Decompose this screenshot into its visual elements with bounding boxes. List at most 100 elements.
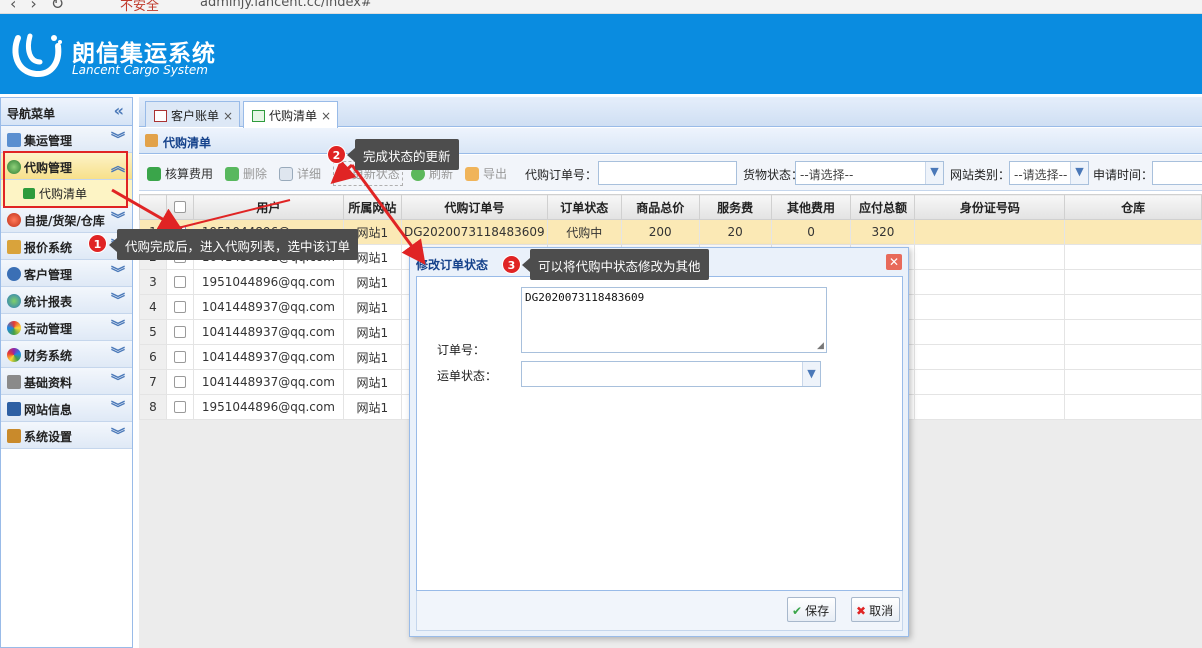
- tab-customer-bill[interactable]: 客户账单 ×: [145, 101, 241, 127]
- cell-warehouse: [1064, 269, 1202, 295]
- check-icon: ✔: [792, 604, 803, 618]
- url-text[interactable]: adminjy.lancent.cc/index#: [200, 0, 372, 10]
- close-icon[interactable]: ×: [321, 109, 331, 123]
- ship-icon: [7, 133, 21, 147]
- rainbow-icon: [7, 321, 21, 335]
- app-header: 朗信集运系统 Lancent Cargo System: [0, 14, 1202, 94]
- sidebar-item-settings[interactable]: 系统设置 ︾: [1, 422, 132, 449]
- detail-button[interactable]: 详细: [279, 165, 321, 182]
- sidebar-item-reports[interactable]: 统计报表 ︾: [1, 287, 132, 314]
- column-header[interactable]: 代购订单号: [400, 194, 548, 220]
- sidebar-item-site-info[interactable]: 网站信息 ︾: [1, 395, 132, 422]
- chevron-down-icon[interactable]: ▼: [1070, 162, 1088, 184]
- column-header[interactable]: 所属网站: [342, 194, 402, 220]
- collapse-sidebar-icon[interactable]: «: [114, 101, 124, 120]
- plus-icon: [147, 167, 161, 181]
- row-number: 7: [139, 369, 167, 395]
- sidebar-item-cargo[interactable]: 集运管理 ︾: [1, 126, 132, 153]
- button-label: 导出: [483, 167, 508, 181]
- tab-purchase-list[interactable]: 代购清单 ×: [243, 101, 339, 128]
- row-checkbox[interactable]: [173, 276, 186, 288]
- site-type-select[interactable]: --请选择-- ▼: [1009, 161, 1089, 185]
- row-number: 8: [139, 394, 167, 420]
- cell-site: 网站1: [342, 344, 402, 370]
- site-type-label: 网站类别：: [950, 168, 1011, 182]
- waybill-status-label: 运单状态：: [437, 369, 498, 383]
- chevron-down-icon: ︾: [111, 320, 125, 336]
- row-checkbox[interactable]: [173, 376, 186, 388]
- row-checkbox[interactable]: [173, 326, 186, 338]
- order-no-input[interactable]: [598, 161, 737, 185]
- column-header[interactable]: 仓库: [1064, 194, 1202, 220]
- close-icon[interactable]: ✕: [886, 254, 902, 270]
- select-all-header[interactable]: [165, 194, 194, 220]
- sidebar-item-label: 系统设置: [24, 430, 73, 444]
- column-header[interactable]: 用户: [192, 194, 344, 220]
- sidebar-item-label: 集运管理: [24, 134, 73, 148]
- chevron-down-icon: ︾: [111, 266, 125, 282]
- chevron-down-icon[interactable]: ▼: [925, 162, 943, 184]
- sidebar-item-basic-data[interactable]: 基础资料 ︾: [1, 368, 132, 395]
- row-checkbox-cell[interactable]: [165, 294, 194, 320]
- cell-warehouse: [1064, 294, 1202, 320]
- row-number: 4: [139, 294, 167, 320]
- lancent-logo-icon: [12, 33, 62, 77]
- sidebar-item-label: 客户管理: [24, 268, 73, 282]
- row-checkbox-cell[interactable]: [165, 369, 194, 395]
- column-header[interactable]: 商品总价: [620, 194, 700, 220]
- callout-step-3: 可以将代购中状态修改为其他: [522, 249, 709, 280]
- chevron-down-icon: ︾: [111, 132, 125, 148]
- sidebar-item-customers[interactable]: 客户管理 ︾: [1, 260, 132, 287]
- column-header[interactable]: 应付总额: [850, 194, 916, 220]
- warehouse-icon: [7, 213, 21, 227]
- settings-icon: [7, 429, 21, 443]
- cancel-button[interactable]: ✖ 取消: [851, 597, 901, 622]
- callout-step-2: 完成状态的更新: [347, 139, 459, 170]
- cell-user: 1951044896@qq.com: [192, 394, 344, 420]
- waybill-status-select[interactable]: ▼: [521, 361, 821, 387]
- calc-fee-button[interactable]: 核算费用: [147, 165, 213, 182]
- tab-bar: 客户账单 × 代购清单 ×: [139, 97, 1202, 128]
- row-checkbox[interactable]: [173, 351, 186, 363]
- browser-nav-icons[interactable]: ‹›↻: [10, 0, 78, 13]
- row-checkbox-cell[interactable]: [165, 319, 194, 345]
- row-checkbox-cell[interactable]: [165, 269, 194, 295]
- button-label: 详细: [297, 167, 322, 181]
- column-header[interactable]: 服务费: [698, 194, 772, 220]
- column-header[interactable]: 其他费用: [770, 194, 852, 220]
- rownum-header: [139, 194, 167, 220]
- cell-user: 1951044896@qq.com: [192, 269, 344, 295]
- dialog-footer: ✔ 保存 ✖ 取消: [416, 591, 903, 631]
- row-checkbox-cell[interactable]: [165, 394, 194, 420]
- cell-total: 200: [620, 219, 700, 245]
- cell-site: 网站1: [342, 294, 402, 320]
- resize-handle-icon[interactable]: ◢: [817, 341, 824, 351]
- save-button[interactable]: ✔ 保存: [787, 597, 837, 622]
- column-header[interactable]: 订单状态: [546, 194, 622, 220]
- goods-status-select[interactable]: --请选择-- ▼: [795, 161, 944, 185]
- insecure-warning: 不安全: [120, 0, 160, 14]
- toolbar: 核算费用 删除 详细 ✔ 更新状态 刷新 导出 代购订单号： 货物状态： --请选…: [139, 155, 1202, 191]
- highlight-box-purchase-menu: [3, 151, 128, 208]
- apply-time-input[interactable]: [1152, 161, 1202, 185]
- column-header[interactable]: 身份证号码: [914, 194, 1066, 220]
- select-value: --请选择--: [800, 168, 854, 182]
- sidebar-item-warehouse[interactable]: 自提/货架/仓库 ︾: [1, 206, 132, 233]
- sidebar-item-activities[interactable]: 活动管理 ︾: [1, 314, 132, 341]
- step-badge-2: 2: [327, 145, 346, 164]
- select-all-checkbox[interactable]: [173, 201, 186, 213]
- close-icon[interactable]: ×: [223, 109, 233, 123]
- sidebar-item-finance[interactable]: 财务系统 ︾: [1, 341, 132, 368]
- bill-icon: [154, 110, 167, 122]
- order-no-textarea[interactable]: DG2020073118483609: [521, 287, 827, 353]
- row-checkbox[interactable]: [173, 401, 186, 413]
- export-button[interactable]: 导出: [465, 165, 507, 182]
- row-checkbox-cell[interactable]: [165, 344, 194, 370]
- cell-user: 1041448937@qq.com: [192, 294, 344, 320]
- step-badge-3: 3: [502, 255, 521, 274]
- delete-button[interactable]: 删除: [225, 165, 267, 182]
- chevron-down-icon[interactable]: ▼: [802, 362, 820, 386]
- cell-id-card: [914, 369, 1066, 395]
- cell-status: 代购中: [546, 219, 622, 245]
- row-checkbox[interactable]: [173, 301, 186, 313]
